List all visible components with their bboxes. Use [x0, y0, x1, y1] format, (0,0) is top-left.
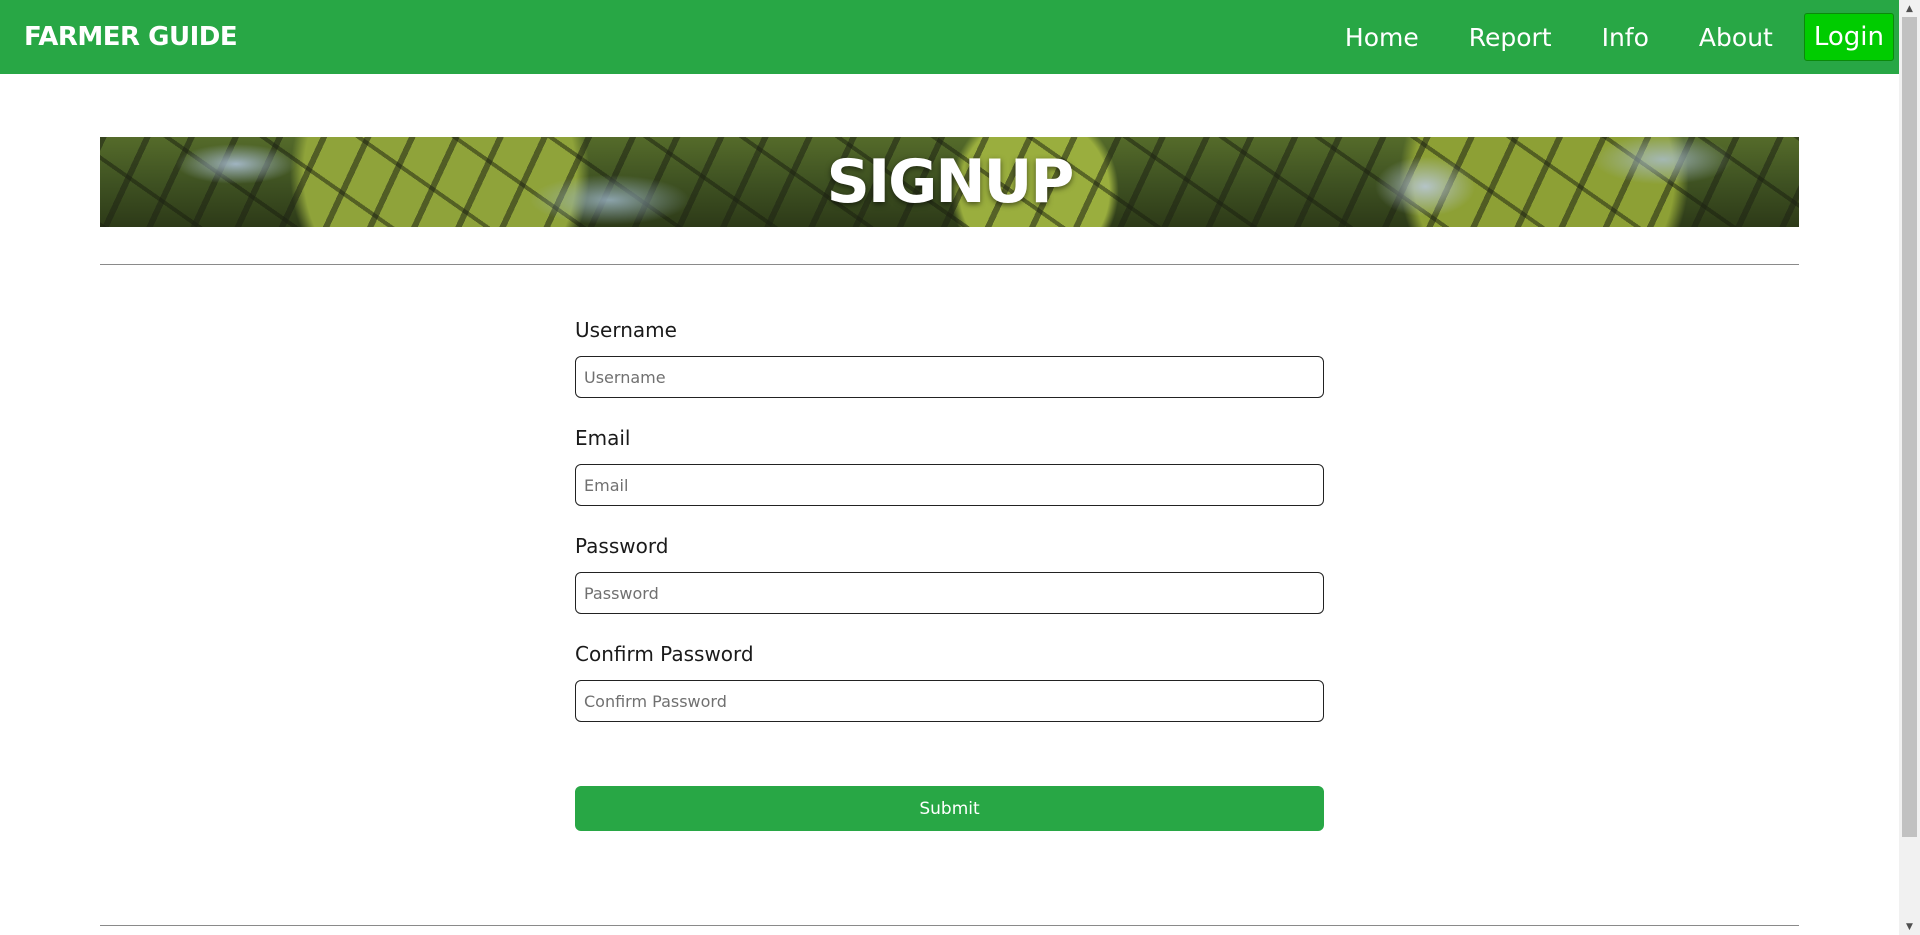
password-input[interactable] — [575, 572, 1324, 614]
confirm-password-label: Confirm Password — [575, 642, 754, 666]
signup-form: Username Email Password Confirm Password… — [575, 318, 1324, 831]
scrollbar-thumb[interactable] — [1902, 17, 1917, 837]
password-label: Password — [575, 534, 669, 558]
nav-links: Home Report Info About Login — [1320, 0, 1894, 74]
brand-logo[interactable]: FARMER GUIDE — [24, 22, 238, 52]
nav-link-about[interactable]: About — [1674, 23, 1798, 52]
confirm-password-input[interactable] — [575, 680, 1324, 722]
nav-link-info[interactable]: Info — [1577, 23, 1674, 52]
signup-banner: SIGNUP — [100, 137, 1799, 227]
submit-button[interactable]: Submit — [575, 786, 1324, 831]
page: FARMER GUIDE Home Report Info About Logi… — [0, 0, 1920, 935]
email-input[interactable] — [575, 464, 1324, 506]
navbar: FARMER GUIDE Home Report Info About Logi… — [0, 0, 1899, 74]
email-label: Email — [575, 426, 631, 450]
divider-bottom — [100, 925, 1799, 926]
vertical-scrollbar[interactable]: ▲ ▼ — [1899, 0, 1920, 935]
login-button[interactable]: Login — [1803, 13, 1894, 61]
divider-top — [100, 264, 1799, 265]
nav-link-home[interactable]: Home — [1320, 23, 1444, 52]
username-label: Username — [575, 318, 677, 342]
page-title: SIGNUP — [826, 147, 1075, 217]
triangle-down-icon[interactable]: ▼ — [1899, 918, 1920, 935]
nav-link-report[interactable]: Report — [1444, 23, 1577, 52]
triangle-up-icon[interactable]: ▲ — [1899, 0, 1920, 17]
username-input[interactable] — [575, 356, 1324, 398]
